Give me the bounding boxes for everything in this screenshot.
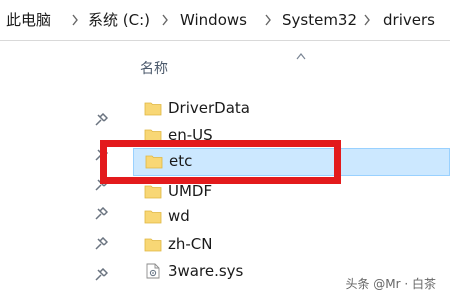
pin-icon[interactable] [94,237,108,251]
folder-icon [144,210,162,224]
file-row-wd[interactable]: wd [137,203,450,231]
file-name: UMDF [168,182,213,200]
breadcrumb-c-drive[interactable]: 系统 (C:) [88,10,150,30]
pin-icon[interactable] [94,268,108,282]
file-row-zh-cn[interactable]: zh-CN [137,231,450,259]
file-name: zh-CN [168,235,213,253]
file-name: en-US [168,126,213,144]
chevron-right-icon[interactable] [70,12,80,28]
file-name: wd [168,207,190,225]
folder-icon [144,185,162,199]
file-row-umdf[interactable]: UMDF [137,178,450,206]
file-explorer-window: 此电脑 系统 (C:) Windows System32 drivers 名称 … [0,0,450,300]
breadcrumb-this-pc[interactable]: 此电脑 [6,10,51,30]
pin-icon[interactable] [94,207,108,221]
file-name: etc [169,152,193,170]
chevron-right-icon[interactable] [362,12,372,28]
folder-icon [145,155,163,169]
breadcrumb-windows[interactable]: Windows [180,10,247,30]
file-name: 3ware.sys [168,262,244,280]
file-row-en-us[interactable]: en-US [137,122,450,150]
pin-icon[interactable] [94,178,108,192]
folder-icon [144,238,162,252]
sort-ascending-icon [296,53,306,60]
pin-icon[interactable] [94,113,108,127]
file-row-driverdata[interactable]: DriverData [137,95,450,123]
system-file-icon [146,263,160,279]
watermark-text: 头条 @Mr · 白茶 [345,277,436,291]
folder-icon [144,102,162,116]
file-row-etc[interactable]: etc [133,148,450,176]
file-name: DriverData [168,99,250,117]
breadcrumb-drivers[interactable]: drivers [383,10,435,30]
address-bar[interactable]: 此电脑 系统 (C:) Windows System32 drivers [0,0,450,41]
chevron-right-icon[interactable] [263,12,273,28]
column-header-name[interactable]: 名称 [140,59,168,79]
folder-icon [144,129,162,143]
pin-icon[interactable] [94,148,108,162]
breadcrumb-system32[interactable]: System32 [282,10,357,30]
chevron-right-icon[interactable] [160,12,170,28]
